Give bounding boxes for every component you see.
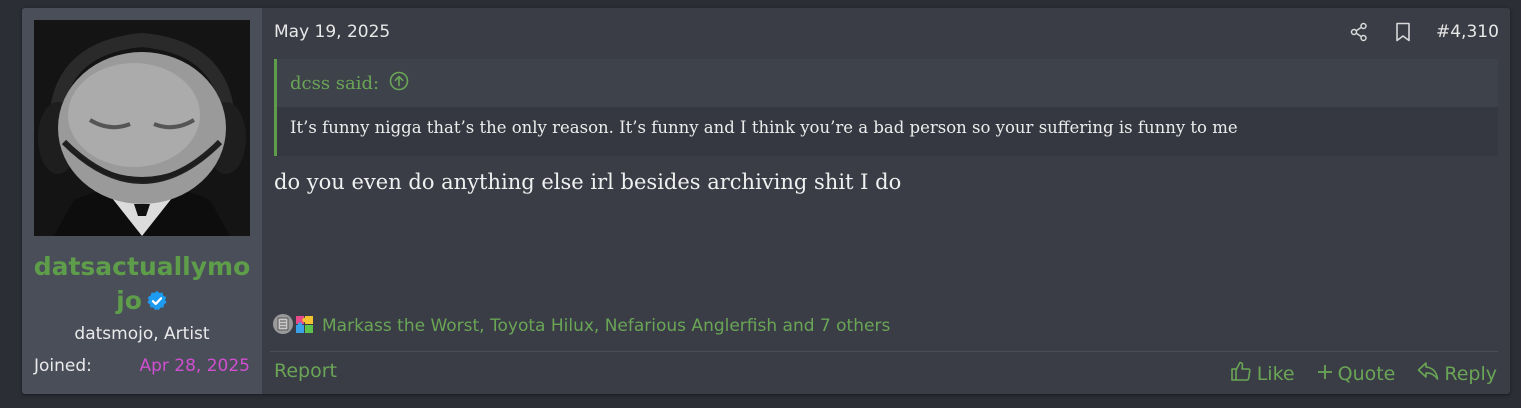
username[interactable]: datsactuallymo jo <box>22 250 262 321</box>
post-number-link[interactable]: #4,310 <box>1436 22 1499 42</box>
reply-label: Reply <box>1444 362 1497 385</box>
reply-icon <box>1417 361 1439 386</box>
reply-button[interactable]: Reply <box>1417 360 1497 387</box>
quote-block: dcss said: It’s funny nigga that’s the o… <box>274 59 1498 156</box>
plus-icon <box>1317 363 1333 385</box>
reaction-archive-icon <box>272 313 294 339</box>
thumbs-up-icon <box>1230 360 1252 387</box>
like-label: Like <box>1256 362 1295 385</box>
quote-label: Quote <box>1337 362 1396 385</box>
verified-badge-icon <box>146 287 168 321</box>
username-line1: datsactuallymo <box>33 252 251 281</box>
arrow-up-circle-icon[interactable] <box>389 71 409 95</box>
reactions-bar[interactable]: Markass the Worst, Toyota Hilux, Nefario… <box>272 313 890 339</box>
report-link[interactable]: Report <box>274 360 337 382</box>
forum-post: datsactuallymo jo datsmojo, Artist Joine… <box>22 8 1510 394</box>
bookmark-icon[interactable] <box>1394 22 1412 46</box>
post-message: do you even do anything else irl besides… <box>274 170 902 194</box>
user-title: datsmojo, Artist <box>74 324 210 344</box>
quote-text: It’s funny nigga that’s the only reason.… <box>290 118 1238 137</box>
reaction-puzzle-icon <box>294 313 316 339</box>
like-button[interactable]: Like <box>1230 360 1295 387</box>
joined-date: Apr 28, 2025 <box>139 356 250 376</box>
quote-author[interactable]: dcss said: <box>290 73 379 94</box>
username-line2: jo <box>116 286 142 315</box>
footer-divider <box>270 351 1498 352</box>
post-actions: Like Quote Reply <box>1230 360 1497 387</box>
share-icon[interactable] <box>1349 22 1369 46</box>
post-date[interactable]: May 19, 2025 <box>274 22 390 42</box>
quote-button[interactable]: Quote <box>1317 360 1396 387</box>
reactions-list[interactable]: Markass the Worst, Toyota Hilux, Nefario… <box>322 316 890 336</box>
quote-header: dcss said: <box>277 59 1498 107</box>
avatar-image <box>34 20 250 236</box>
joined-label: Joined: <box>34 356 92 376</box>
user-sidebar: datsactuallymo jo datsmojo, Artist Joine… <box>22 8 262 394</box>
avatar[interactable] <box>34 20 250 236</box>
